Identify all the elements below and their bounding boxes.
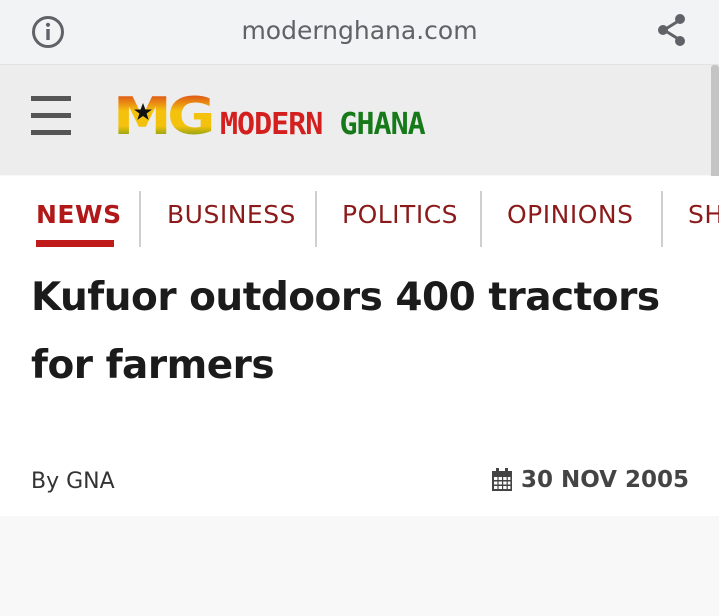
nav-divider bbox=[139, 191, 141, 247]
article-date: 30 NOV 2005 bbox=[491, 467, 689, 493]
site-logo-text[interactable]: MODERN GHANA bbox=[220, 107, 426, 142]
hamburger-menu-icon[interactable] bbox=[30, 95, 72, 137]
site-header: MG MODERN GHANA bbox=[0, 65, 719, 175]
logo-word-modern: MODERN bbox=[220, 107, 323, 142]
category-nav: NEWS BUSINESS POLITICS OPINIONS SH bbox=[0, 190, 719, 250]
nav-item-sh[interactable]: SH bbox=[688, 200, 719, 229]
nav-item-business[interactable]: BUSINESS bbox=[167, 200, 296, 229]
nav-item-opinions[interactable]: OPINIONS bbox=[507, 200, 633, 229]
active-tab-indicator bbox=[36, 240, 114, 247]
article-byline: By GNA bbox=[31, 469, 115, 494]
article-headline: Kufuor outdoors 400 tractors for farmers bbox=[31, 275, 660, 388]
nav-divider bbox=[480, 191, 482, 247]
nav-divider bbox=[661, 191, 663, 247]
nav-item-politics[interactable]: POLITICS bbox=[342, 200, 458, 229]
browser-url-bar: modernghana.com bbox=[0, 0, 719, 65]
share-icon[interactable] bbox=[655, 12, 689, 48]
calendar-icon bbox=[491, 468, 512, 491]
nav-divider bbox=[315, 191, 317, 247]
article-date-text: 30 NOV 2005 bbox=[520, 467, 689, 493]
url-text[interactable]: modernghana.com bbox=[0, 16, 719, 45]
article-content: NEWS BUSINESS POLITICS OPINIONS SH Kufuo… bbox=[0, 176, 719, 516]
logo-word-ghana: GHANA bbox=[339, 107, 425, 142]
svg-text:MG: MG bbox=[113, 92, 211, 137]
nav-item-news[interactable]: NEWS bbox=[36, 200, 122, 229]
modern-ghana-logo-icon[interactable]: MG bbox=[113, 92, 213, 137]
